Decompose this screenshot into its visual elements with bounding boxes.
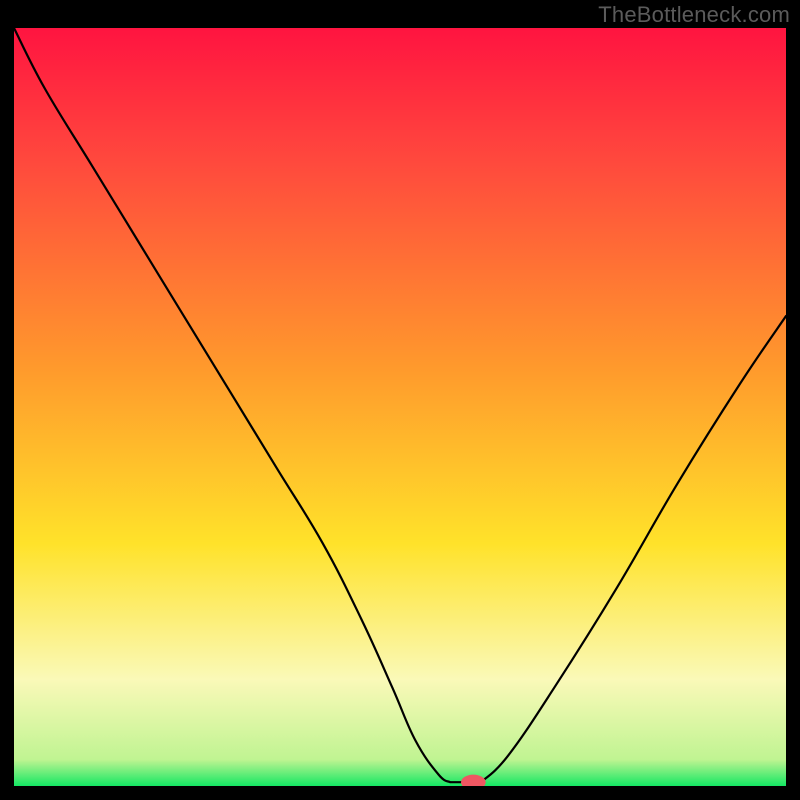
gradient-background (14, 28, 786, 786)
chart-frame: TheBottleneck.com (0, 0, 800, 800)
bottleneck-chart (14, 28, 786, 786)
watermark-text: TheBottleneck.com (598, 2, 790, 28)
plot-area (14, 28, 786, 786)
